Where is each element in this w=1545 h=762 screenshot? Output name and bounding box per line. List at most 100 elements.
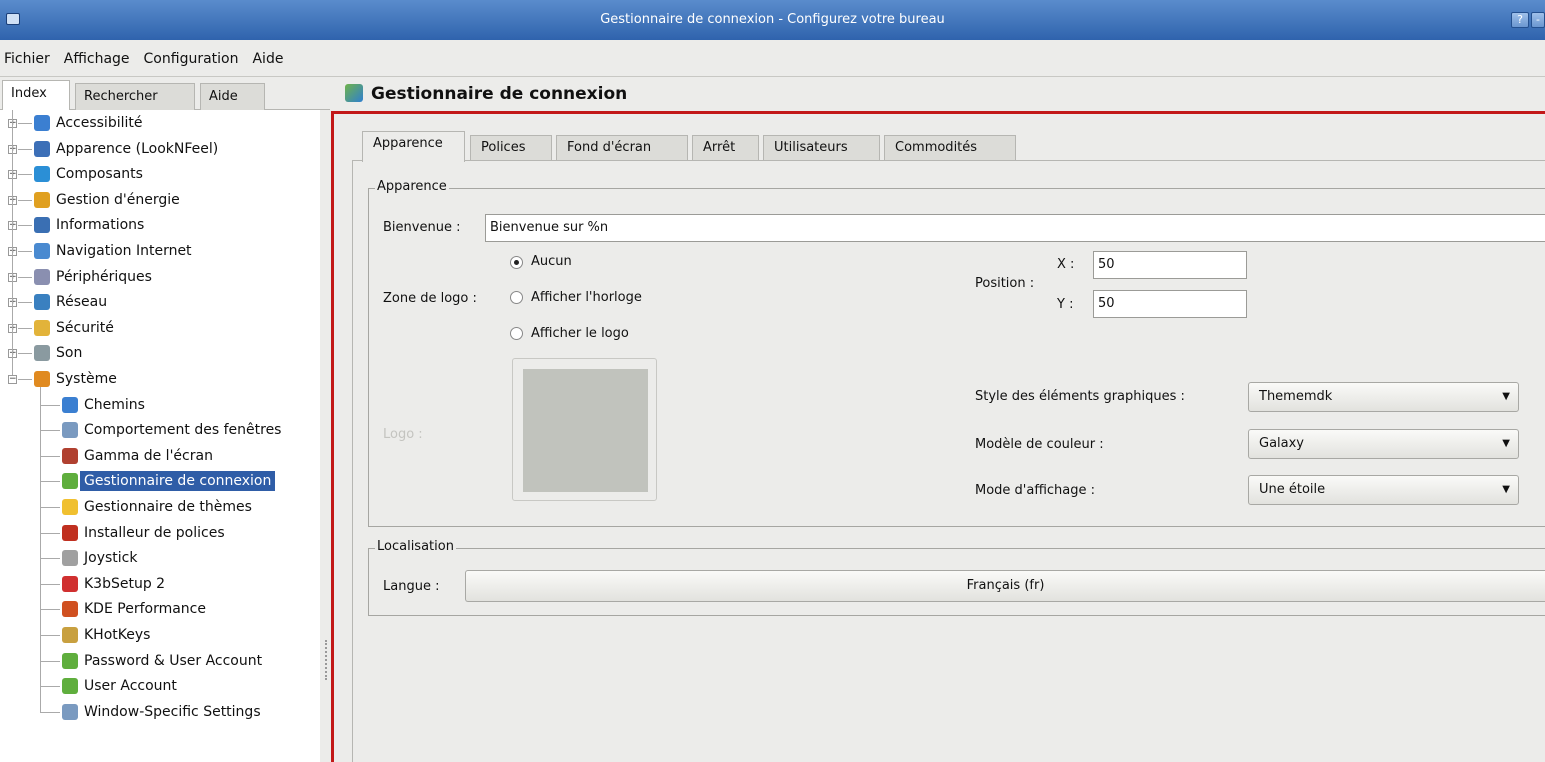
tree-item[interactable]: Gestionnaire de connexion bbox=[62, 468, 276, 494]
position-label: Position : bbox=[975, 276, 1035, 291]
tree-item[interactable]: Périphériques bbox=[34, 264, 152, 290]
appearance-group-label: Apparence bbox=[375, 179, 449, 194]
help-button[interactable]: ? bbox=[1511, 12, 1529, 28]
logo-label: Logo : bbox=[383, 427, 423, 442]
tree-item[interactable]: K3bSetup 2 bbox=[62, 571, 165, 597]
splitter-grip[interactable] bbox=[325, 640, 327, 680]
tree-connector bbox=[40, 430, 60, 432]
welcome-input[interactable]: Bienvenue sur %n bbox=[485, 214, 1545, 242]
tree-item-label: Sécurité bbox=[56, 319, 114, 336]
tree-item[interactable]: Réseau bbox=[34, 289, 107, 315]
y-input[interactable]: 50 bbox=[1093, 290, 1247, 318]
tree-item-label: Composants bbox=[56, 166, 143, 183]
tree-item-label: Accessibilité bbox=[56, 115, 143, 131]
window-behavior-icon bbox=[62, 422, 78, 439]
tree-item-label: KDE Performance bbox=[84, 601, 206, 618]
font-installer-icon bbox=[62, 524, 78, 541]
menu-file[interactable]: Fichier bbox=[0, 41, 57, 77]
tree-item[interactable]: Accessibilité bbox=[34, 110, 142, 136]
tree-item-label: Gamma de l'écran bbox=[84, 447, 213, 464]
tree-connector bbox=[18, 251, 32, 252]
tree-item[interactable]: Joystick bbox=[62, 545, 137, 571]
radio-clock[interactable] bbox=[510, 291, 523, 304]
menu-view[interactable]: Affichage bbox=[57, 41, 137, 77]
tree-item-label: Chemins bbox=[84, 396, 145, 413]
menu-configuration[interactable]: Configuration bbox=[137, 41, 246, 77]
tree-item[interactable]: Installeur de polices bbox=[62, 520, 225, 546]
tree-item[interactable]: Son bbox=[34, 340, 82, 366]
tab-help[interactable]: Aide bbox=[200, 83, 265, 110]
panel-tab-bar: Apparence Polices Fond d'écran Arrêt Uti… bbox=[352, 131, 1545, 162]
tree-item[interactable]: Password & User Account bbox=[62, 648, 262, 674]
tab-search[interactable]: Rechercher bbox=[75, 83, 195, 110]
tab-utilisateurs[interactable]: Utilisateurs bbox=[763, 135, 880, 161]
tree-connector bbox=[18, 148, 32, 150]
combo-arrow-icon: ▼ bbox=[1502, 484, 1510, 495]
tree-item[interactable]: Gestionnaire de thèmes bbox=[62, 494, 252, 520]
tab-polices[interactable]: Polices bbox=[470, 135, 552, 161]
menu-help[interactable]: Aide bbox=[245, 41, 290, 77]
tree-item[interactable]: Système bbox=[34, 366, 117, 392]
tree-item[interactable]: Gestion d'énergie bbox=[34, 187, 180, 213]
network-icon bbox=[34, 294, 50, 311]
tab-arret[interactable]: Arrêt bbox=[692, 135, 759, 161]
tree-connector bbox=[18, 199, 32, 201]
tab-index[interactable]: Index bbox=[2, 80, 70, 111]
language-button[interactable]: Français (fr) bbox=[465, 570, 1545, 602]
tree-connector bbox=[18, 379, 32, 380]
k3bsetup-icon bbox=[62, 575, 78, 592]
tree-item[interactable]: Navigation Internet bbox=[34, 238, 192, 264]
x-input[interactable]: 50 bbox=[1093, 251, 1247, 279]
title-bar: Gestionnaire de connexion - Configurez v… bbox=[0, 0, 1545, 40]
panel-title: Gestionnaire de connexion bbox=[371, 84, 628, 104]
color-scheme-combo[interactable]: Galaxy ▼ bbox=[1248, 429, 1519, 459]
security-icon bbox=[34, 319, 50, 336]
tree-item-label: K3bSetup 2 bbox=[84, 575, 166, 592]
tree-item[interactable]: User Account bbox=[62, 673, 177, 699]
logo-button[interactable] bbox=[512, 358, 657, 501]
tree-connector bbox=[40, 481, 60, 483]
radio-logo-label[interactable]: Afficher le logo bbox=[531, 324, 629, 344]
info-icon bbox=[34, 217, 50, 234]
combo-arrow-icon: ▼ bbox=[1502, 391, 1510, 402]
tree-item[interactable]: Window-Specific Settings bbox=[62, 699, 261, 725]
themes-icon bbox=[62, 499, 78, 515]
tree-connector bbox=[18, 327, 32, 329]
paths-icon bbox=[62, 396, 78, 413]
tree-connector bbox=[18, 276, 32, 278]
splitter[interactable] bbox=[321, 110, 331, 762]
radio-none-label[interactable]: Aucun bbox=[531, 252, 572, 272]
tree-item[interactable]: Apparence (LookNFeel) bbox=[34, 136, 218, 162]
tree-connector bbox=[40, 635, 60, 636]
tree-item-label: Réseau bbox=[56, 294, 108, 311]
tab-commodites[interactable]: Commodités bbox=[884, 135, 1016, 161]
style-combo[interactable]: Thememdk ▼ bbox=[1248, 382, 1519, 412]
radio-none[interactable] bbox=[510, 256, 523, 269]
tree-item[interactable]: KDE Performance bbox=[62, 596, 206, 622]
tab-fond-ecran[interactable]: Fond d'écran bbox=[556, 135, 688, 161]
x-label: X : bbox=[1057, 257, 1075, 272]
tree-item[interactable]: Gamma de l'écran bbox=[62, 443, 213, 469]
tree-item[interactable]: Comportement des fenêtres bbox=[62, 417, 281, 443]
tree-connector bbox=[40, 583, 60, 585]
tree-connector bbox=[40, 507, 60, 508]
tree-item[interactable]: Sécurité bbox=[34, 315, 114, 341]
display-mode-value: Une étoile bbox=[1259, 482, 1326, 497]
tree-item[interactable]: Informations bbox=[34, 212, 144, 238]
minimize-button[interactable]: - bbox=[1531, 12, 1545, 28]
tree-connector bbox=[18, 174, 32, 176]
app-icon[interactable] bbox=[6, 13, 20, 25]
radio-logo[interactable] bbox=[510, 327, 523, 340]
welcome-label: Bienvenue : bbox=[383, 220, 461, 235]
components-icon bbox=[34, 166, 50, 183]
tree-item-label: Son bbox=[56, 345, 83, 362]
collapse-icon[interactable]: − bbox=[8, 375, 17, 384]
tree-item[interactable]: Composants bbox=[34, 161, 143, 187]
radio-clock-label[interactable]: Afficher l'horloge bbox=[531, 288, 642, 308]
tree-item[interactable]: Chemins bbox=[62, 392, 145, 418]
tree-item-label: Window-Specific Settings bbox=[84, 703, 261, 720]
tab-apparence[interactable]: Apparence bbox=[362, 131, 465, 162]
tree-item[interactable]: KHotKeys bbox=[62, 622, 150, 648]
tree-item-label: User Account bbox=[84, 678, 177, 695]
display-mode-combo[interactable]: Une étoile ▼ bbox=[1248, 475, 1519, 505]
